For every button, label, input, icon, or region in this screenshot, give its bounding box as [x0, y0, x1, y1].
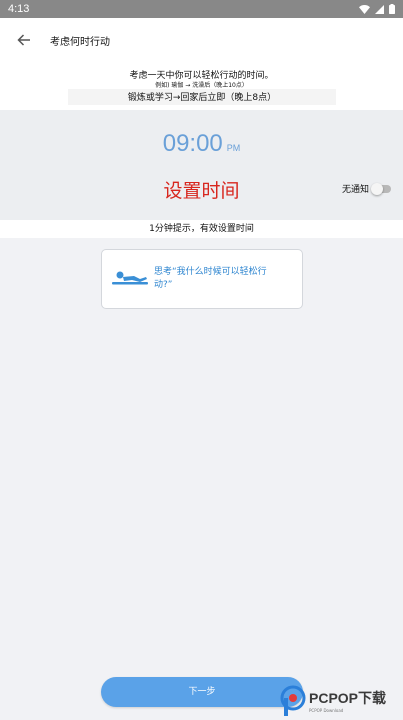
- back-button[interactable]: [0, 18, 48, 62]
- watermark-text: PCPOP下载 PCPOP Download: [309, 688, 386, 713]
- watermark-brand: PCPOP下载: [309, 690, 387, 706]
- think-card-line-2: 动?”: [154, 280, 173, 290]
- notify-label: 无通知: [342, 185, 370, 195]
- next-button[interactable]: 下一步: [101, 677, 303, 707]
- notify-toggle[interactable]: [371, 182, 392, 195]
- status-bar: 4:13: [0, 0, 403, 18]
- battery-icon: [389, 4, 395, 14]
- intro-example-line: 例如) 瑜伽 → 洗澡后（晚上10点）: [155, 82, 248, 89]
- time-ampm: PM: [226, 143, 241, 153]
- watermark-sub: PCPOP Download: [309, 708, 344, 713]
- notify-row: 无通知: [342, 182, 392, 195]
- think-card-line-1: 思考“我什么时候可以轻松行: [154, 267, 267, 277]
- pcpop-logo-icon: [280, 685, 306, 716]
- time-display[interactable]: 09:00 PM: [0, 130, 403, 158]
- intro-line-3: 锻炼或学习→回家后立即（晚上8点）: [68, 89, 336, 105]
- hint-text: 1分钟提示，有效设置时间: [0, 220, 403, 238]
- think-card[interactable]: 思考“我什么时候可以轻松行 动?”: [101, 249, 303, 309]
- wifi-icon: [359, 4, 370, 14]
- think-card-text: 思考“我什么时候可以轻松行 动?”: [154, 266, 267, 292]
- watermark: PCPOP下载 PCPOP Download: [280, 681, 403, 720]
- page-title: 考虑何时行动: [50, 36, 110, 48]
- time-area: 09:00 PM 设置时间 无通知: [0, 110, 403, 220]
- arrow-left-icon: [17, 34, 30, 46]
- status-icons: [359, 4, 395, 14]
- app-bar: 考虑何时行动: [0, 18, 403, 62]
- signal-icon: [375, 4, 384, 14]
- status-time: 4:13: [8, 3, 30, 15]
- intro-panel: 考虑一天中你可以轻松行动的时间。 例如) 瑜伽 → 洗澡后（晚上10点） 锻炼或…: [0, 62, 403, 110]
- lying-person-icon: [112, 271, 148, 285]
- toggle-knob: [371, 182, 384, 195]
- time-value[interactable]: 09:00: [163, 130, 223, 157]
